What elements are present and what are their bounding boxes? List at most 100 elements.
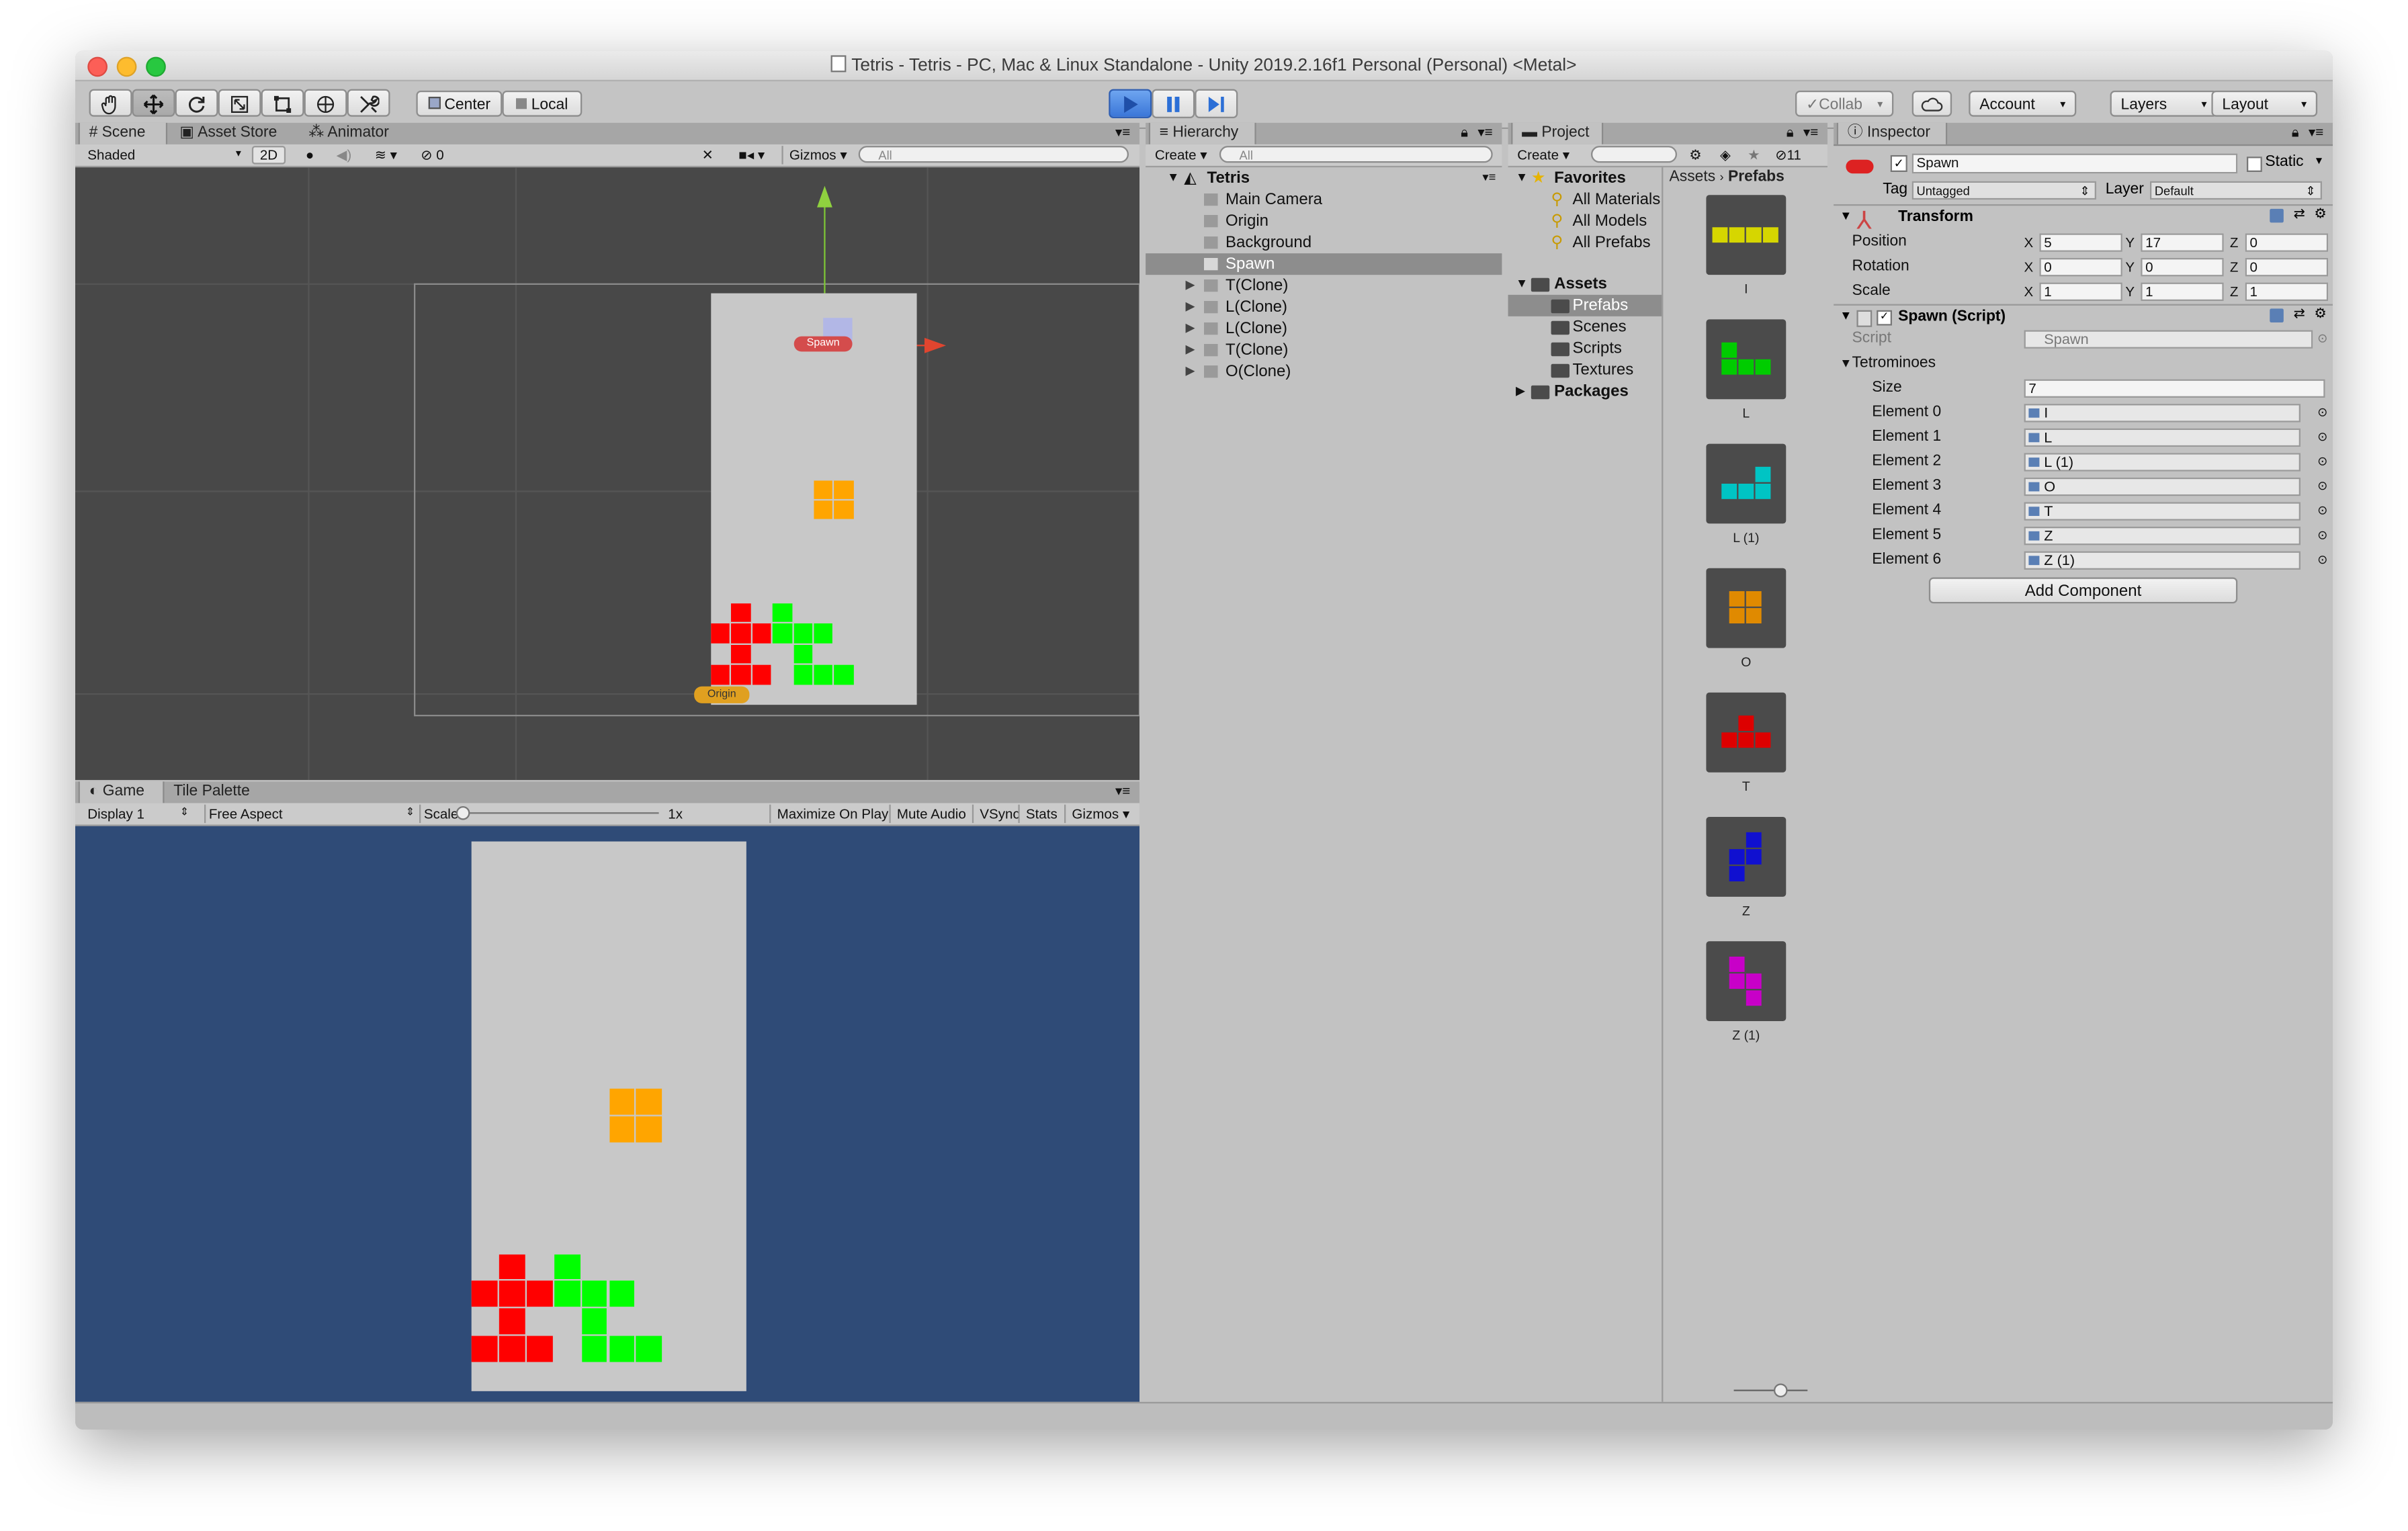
audio-icon[interactable]: ◀) [337, 146, 352, 164]
prefab-thumbnail[interactable] [1706, 319, 1787, 400]
move-tool-button[interactable] [132, 89, 175, 117]
layer-dropdown[interactable]: Default ⇕ [2149, 181, 2322, 200]
project-search-input[interactable] [1590, 146, 1677, 163]
transform-rotation-y-input[interactable]: 0 [2141, 257, 2224, 277]
lock-icon[interactable]: 🔒︎ [1461, 123, 1468, 141]
hierarchy-item[interactable]: ▶ T(Clone) [1146, 339, 1502, 361]
shading-dropdown[interactable]: Shaded ▾ [87, 146, 241, 164]
target-icon[interactable]: ⊙ [2317, 450, 2327, 475]
tab-animator[interactable]: ⁂ Animator [300, 123, 398, 144]
array-size-input[interactable]: 7 [2024, 379, 2325, 398]
transform-rotation-x-input[interactable]: 0 [2039, 257, 2122, 277]
hierarchy-item[interactable]: Spawn [1146, 253, 1502, 275]
collapsed-arrow-icon[interactable]: ▶ [1186, 275, 1195, 296]
rect-tool-button[interactable] [261, 89, 304, 117]
panel-menu-icon[interactable]: ▾≡ [1477, 123, 1492, 141]
transform-scale-y-input[interactable]: 1 [2141, 282, 2224, 301]
tab-tile-palette[interactable]: Tile Palette [165, 781, 259, 803]
favorite-all-prefabs[interactable]: ⚲ All Prefabs [1508, 232, 1662, 253]
favorite-star-icon[interactable]: ★ [1748, 146, 1760, 164]
lighting-icon[interactable]: ● [306, 146, 314, 164]
transform-tool-button[interactable] [304, 89, 347, 117]
collapsed-arrow-icon[interactable]: ▶ [1186, 339, 1195, 361]
lock-icon[interactable]: 🔒︎ [2292, 123, 2299, 141]
game-viewport[interactable] [75, 826, 1140, 1402]
folder-prefabs[interactable]: Prefabs [1508, 294, 1662, 316]
prefab-object-field[interactable]: T [2024, 502, 2300, 521]
transform-scale-x-input[interactable]: 1 [2039, 282, 2122, 301]
collapsed-arrow-icon[interactable]: ▶ [1186, 361, 1195, 382]
prefab-object-field[interactable]: I [2024, 404, 2300, 423]
transform-rotation-z-input[interactable]: 0 [2245, 257, 2329, 277]
script-header[interactable]: ▼ ✓ Spawn (Script) ⇄ ⚙ [1834, 304, 2333, 331]
object-name-input[interactable]: Spawn [1911, 153, 2238, 174]
2d-toggle[interactable]: 2D [251, 146, 286, 165]
collab-dropdown[interactable]: ✓Collab ▾ [1795, 90, 1894, 117]
target-icon[interactable]: ⊙ [2317, 548, 2327, 573]
filter-label-icon[interactable]: ◈ [1720, 146, 1731, 164]
static-dropdown-icon[interactable]: ▾ [2316, 154, 2322, 168]
rotate-tool-button[interactable] [175, 89, 218, 117]
vsync-toggle[interactable]: VSync [972, 804, 1020, 824]
favorite-all-materials[interactable]: ⚲ All Materials [1508, 189, 1662, 210]
prefab-thumbnail[interactable] [1706, 568, 1787, 648]
scene-menu-icon[interactable]: ▾≡ [1482, 167, 1496, 189]
script-enabled-checkbox[interactable]: ✓ [1877, 310, 1892, 326]
hierarchy-item[interactable]: ▶ L(Clone) [1146, 296, 1502, 318]
target-icon[interactable]: ⊙ [2317, 401, 2327, 426]
zoom-slider-thumb[interactable] [1773, 1383, 1788, 1397]
target-icon[interactable]: ⊙ [2317, 474, 2327, 499]
panel-menu-icon[interactable]: ▾≡ [2309, 123, 2323, 141]
transform-header[interactable]: ▼ ⅄ Transform ⇄ ⚙ [1834, 204, 2333, 235]
panel-menu-icon[interactable]: ▾≡ [1115, 781, 1130, 799]
hand-tool-button[interactable] [89, 89, 132, 117]
transform-position-y-input[interactable]: 17 [2141, 233, 2224, 252]
folder-scenes[interactable]: Scenes [1508, 316, 1662, 338]
presets-icon[interactable]: ⇄ [2294, 306, 2305, 322]
tab-project[interactable]: ▬ Project [1511, 122, 1604, 144]
gear-icon[interactable]: ⚙ [2314, 306, 2326, 322]
target-icon[interactable]: ⊙ [2317, 425, 2327, 450]
gizmos-dropdown[interactable]: Gizmos ▾ [1064, 804, 1129, 824]
favorite-all-models[interactable]: ⚲ All Models [1508, 210, 1662, 232]
hierarchy-item[interactable]: Background [1146, 232, 1502, 253]
hierarchy-search-input[interactable]: All [1219, 146, 1493, 163]
collapsed-arrow-icon[interactable]: ▶ [1186, 296, 1195, 318]
mute-audio-toggle[interactable]: Mute Audio [889, 804, 966, 824]
help-icon[interactable] [2270, 208, 2284, 223]
collapsed-arrow-icon[interactable]: ▶ [1186, 318, 1195, 339]
tag-dropdown[interactable]: Untagged ⇕ [1911, 181, 2096, 200]
prefab-thumbnail[interactable] [1706, 816, 1787, 897]
prefab-object-field[interactable]: O [2024, 477, 2300, 496]
zoom-slider[interactable] [1733, 1389, 1808, 1391]
favorites-header[interactable]: ▼ ★ Favorites [1508, 167, 1662, 189]
prefab-object-field[interactable]: L [2024, 428, 2300, 447]
help-icon[interactable] [2270, 308, 2284, 322]
create-dropdown[interactable]: Create ▾ [1155, 146, 1207, 164]
play-button[interactable] [1109, 89, 1152, 118]
scene-viewport[interactable]: Spawn Origin [75, 167, 1140, 781]
prefab-thumbnail[interactable] [1706, 443, 1787, 524]
scale-tool-button[interactable] [218, 89, 261, 117]
gear-icon[interactable]: ⚙ [2314, 206, 2326, 222]
gizmos-dropdown[interactable]: Gizmos ▾ [781, 146, 847, 165]
tab-inspector[interactable]: ⓘ Inspector [1836, 122, 1948, 144]
pivot-center-button[interactable]: Center [416, 90, 503, 117]
camera-icon[interactable]: ■◂ ▾ [738, 146, 765, 164]
scale-slider[interactable] [459, 812, 659, 814]
layout-dropdown[interactable]: Layout ▾ [2211, 90, 2318, 117]
prefab-object-field[interactable]: L (1) [2024, 453, 2300, 472]
tab-scene[interactable]: # Scene [78, 122, 168, 144]
hierarchy-item[interactable]: ▶ O(Clone) [1146, 361, 1502, 382]
prefab-object-field[interactable]: Z (1) [2024, 551, 2300, 570]
custom-tool-button[interactable] [347, 89, 390, 117]
presets-icon[interactable]: ⇄ [2294, 206, 2305, 222]
static-checkbox[interactable] [2246, 157, 2262, 172]
create-dropdown[interactable]: Create ▾ [1517, 146, 1570, 164]
tetrominoes-foldout[interactable]: ▼ Tetrominoes [1834, 351, 2333, 376]
hidden-packages-count[interactable]: ⊘11 [1775, 146, 1801, 164]
tab-asset-store[interactable]: ▣ Asset Store [171, 123, 286, 144]
folder-textures[interactable]: Textures [1508, 359, 1662, 381]
prefab-thumbnail[interactable] [1706, 692, 1787, 773]
assets-folder[interactable]: ▼ Assets [1508, 273, 1662, 295]
